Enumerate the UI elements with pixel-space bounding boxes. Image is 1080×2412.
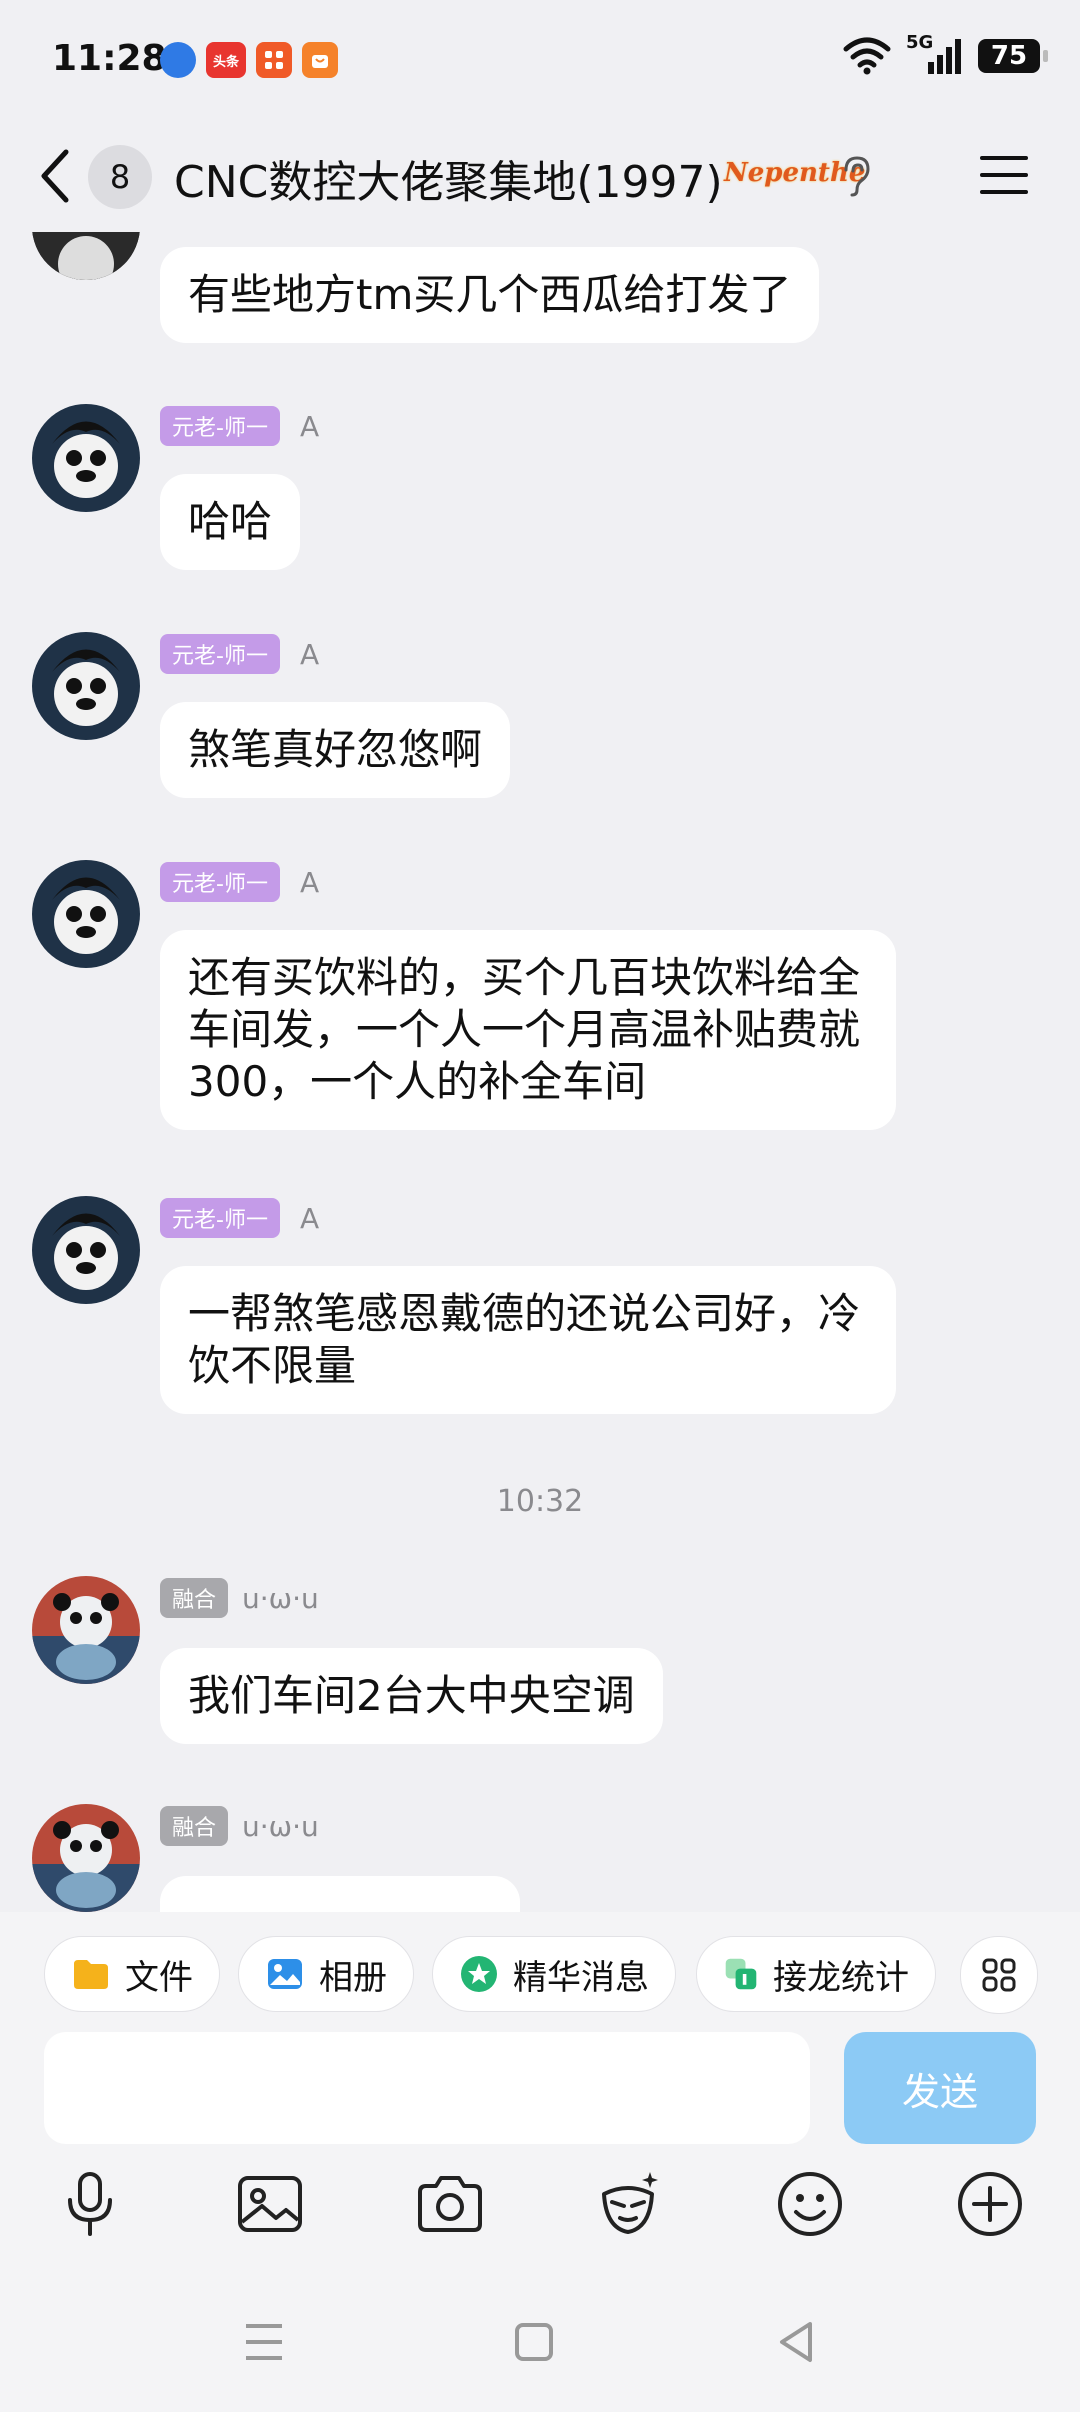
browser-app-icon: [160, 42, 196, 78]
fun-face-icon[interactable]: [592, 2168, 664, 2240]
time-divider: 10:32: [496, 1484, 584, 1519]
sender-name[interactable]: A: [300, 410, 319, 443]
send-button[interactable]: 发送: [844, 2032, 1036, 2144]
microphone-icon[interactable]: [54, 2168, 126, 2240]
message-bubble[interactable]: 哈哈: [160, 474, 301, 570]
sender-name[interactable]: A: [300, 866, 319, 899]
group-title[interactable]: CNC数控大佬聚集地(1997): [174, 146, 723, 210]
unread-count-badge[interactable]: 8: [88, 145, 152, 209]
file-label: 文件: [125, 1957, 193, 1998]
relay-chip[interactable]: 接龙统计: [696, 1936, 936, 2012]
avatar[interactable]: [32, 1576, 140, 1684]
member-title-tag: 融合: [160, 1578, 229, 1618]
wifi-icon: [843, 37, 891, 75]
highlights-chip[interactable]: 精华消息: [432, 1936, 676, 2012]
file-chip[interactable]: 文件: [44, 1936, 220, 2012]
photo-icon: [268, 1959, 302, 1989]
message-input[interactable]: [44, 2032, 810, 2144]
relay-icon: [725, 1958, 757, 1990]
ear-icon[interactable]: [838, 154, 874, 198]
back-nav-icon[interactable]: [776, 2320, 816, 2364]
member-title-tag: 元老-师一: [160, 634, 280, 674]
emoji-icon[interactable]: [774, 2168, 846, 2240]
album-label: 相册: [319, 1957, 387, 1998]
sender-name[interactable]: u·ω·u: [242, 1810, 319, 1843]
message-bubble[interactable]: 煞笔真好忽悠啊: [160, 702, 511, 798]
relay-label: 接龙统计: [773, 1957, 909, 1998]
bag-app-icon: [302, 42, 338, 78]
avatar[interactable]: [32, 232, 140, 280]
status-time: 11:28: [52, 38, 167, 79]
member-title-tag: 融合: [160, 1806, 229, 1846]
message-list[interactable]: 有些地方tm买几个西瓜给打发了 元老-师一 A 哈哈 元老-师一 A 煞笔真好忽…: [0, 232, 1080, 1912]
member-title-tag: 元老-师一: [160, 862, 280, 902]
home-icon[interactable]: [514, 2320, 554, 2364]
highlights-label: 精华消息: [513, 1957, 649, 1998]
grid-icon: [982, 1958, 1016, 1992]
cellular-signal-icon: 5G: [906, 32, 964, 76]
system-navigation-bar: [0, 2298, 1080, 2412]
message-bubble[interactable]: 还有买饮料的，买个几百块饮料给全车间发，一个人一个月高温补贴费就300，一个人的…: [160, 930, 896, 1130]
back-chevron-icon[interactable]: [32, 146, 82, 206]
grid-app-icon: [256, 42, 292, 78]
sender-name[interactable]: A: [300, 638, 319, 671]
message-bubble[interactable]: [160, 1876, 520, 1912]
battery-indicator: 75: [978, 39, 1048, 73]
avatar[interactable]: [32, 1196, 140, 1304]
message-bubble[interactable]: 一帮煞笔感恩戴德的还说公司好，冷饮不限量: [160, 1266, 896, 1414]
avatar[interactable]: [32, 632, 140, 740]
message-bubble[interactable]: 有些地方tm买几个西瓜给打发了: [160, 247, 820, 343]
avatar[interactable]: [32, 860, 140, 968]
toutiao-app-icon: 头条: [206, 42, 246, 78]
status-bar: 11:28 头条 5G 75: [0, 0, 1080, 120]
chat-header: 8 CNC数控大佬聚集地(1997) Nepenthe: [0, 120, 1080, 232]
more-apps-button[interactable]: [960, 1936, 1038, 2014]
avatar[interactable]: [32, 404, 140, 512]
image-icon[interactable]: [234, 2168, 306, 2240]
plus-icon[interactable]: [954, 2168, 1026, 2240]
status-app-icons: 头条: [160, 42, 338, 78]
album-chip[interactable]: 相册: [238, 1936, 414, 2012]
menu-icon[interactable]: [976, 150, 1032, 200]
member-title-tag: 元老-师一: [160, 1198, 280, 1238]
message-bubble[interactable]: 我们车间2台大中央空调: [160, 1648, 663, 1744]
sender-name[interactable]: u·ω·u: [242, 1582, 319, 1615]
input-area: 发送: [0, 2028, 1080, 2412]
quick-action-bar: 文件 相册 精华消息 接龙统计: [0, 1912, 1080, 2028]
camera-icon[interactable]: [414, 2168, 486, 2240]
folder-icon: [74, 1960, 108, 1989]
member-title-tag: 元老-师一: [160, 406, 280, 446]
star-badge-icon: [461, 1956, 497, 1992]
recent-apps-icon[interactable]: [244, 2320, 284, 2364]
sender-name[interactable]: A: [300, 1202, 319, 1235]
avatar[interactable]: [32, 1804, 140, 1912]
status-indicators: 5G 75: [842, 32, 1048, 76]
